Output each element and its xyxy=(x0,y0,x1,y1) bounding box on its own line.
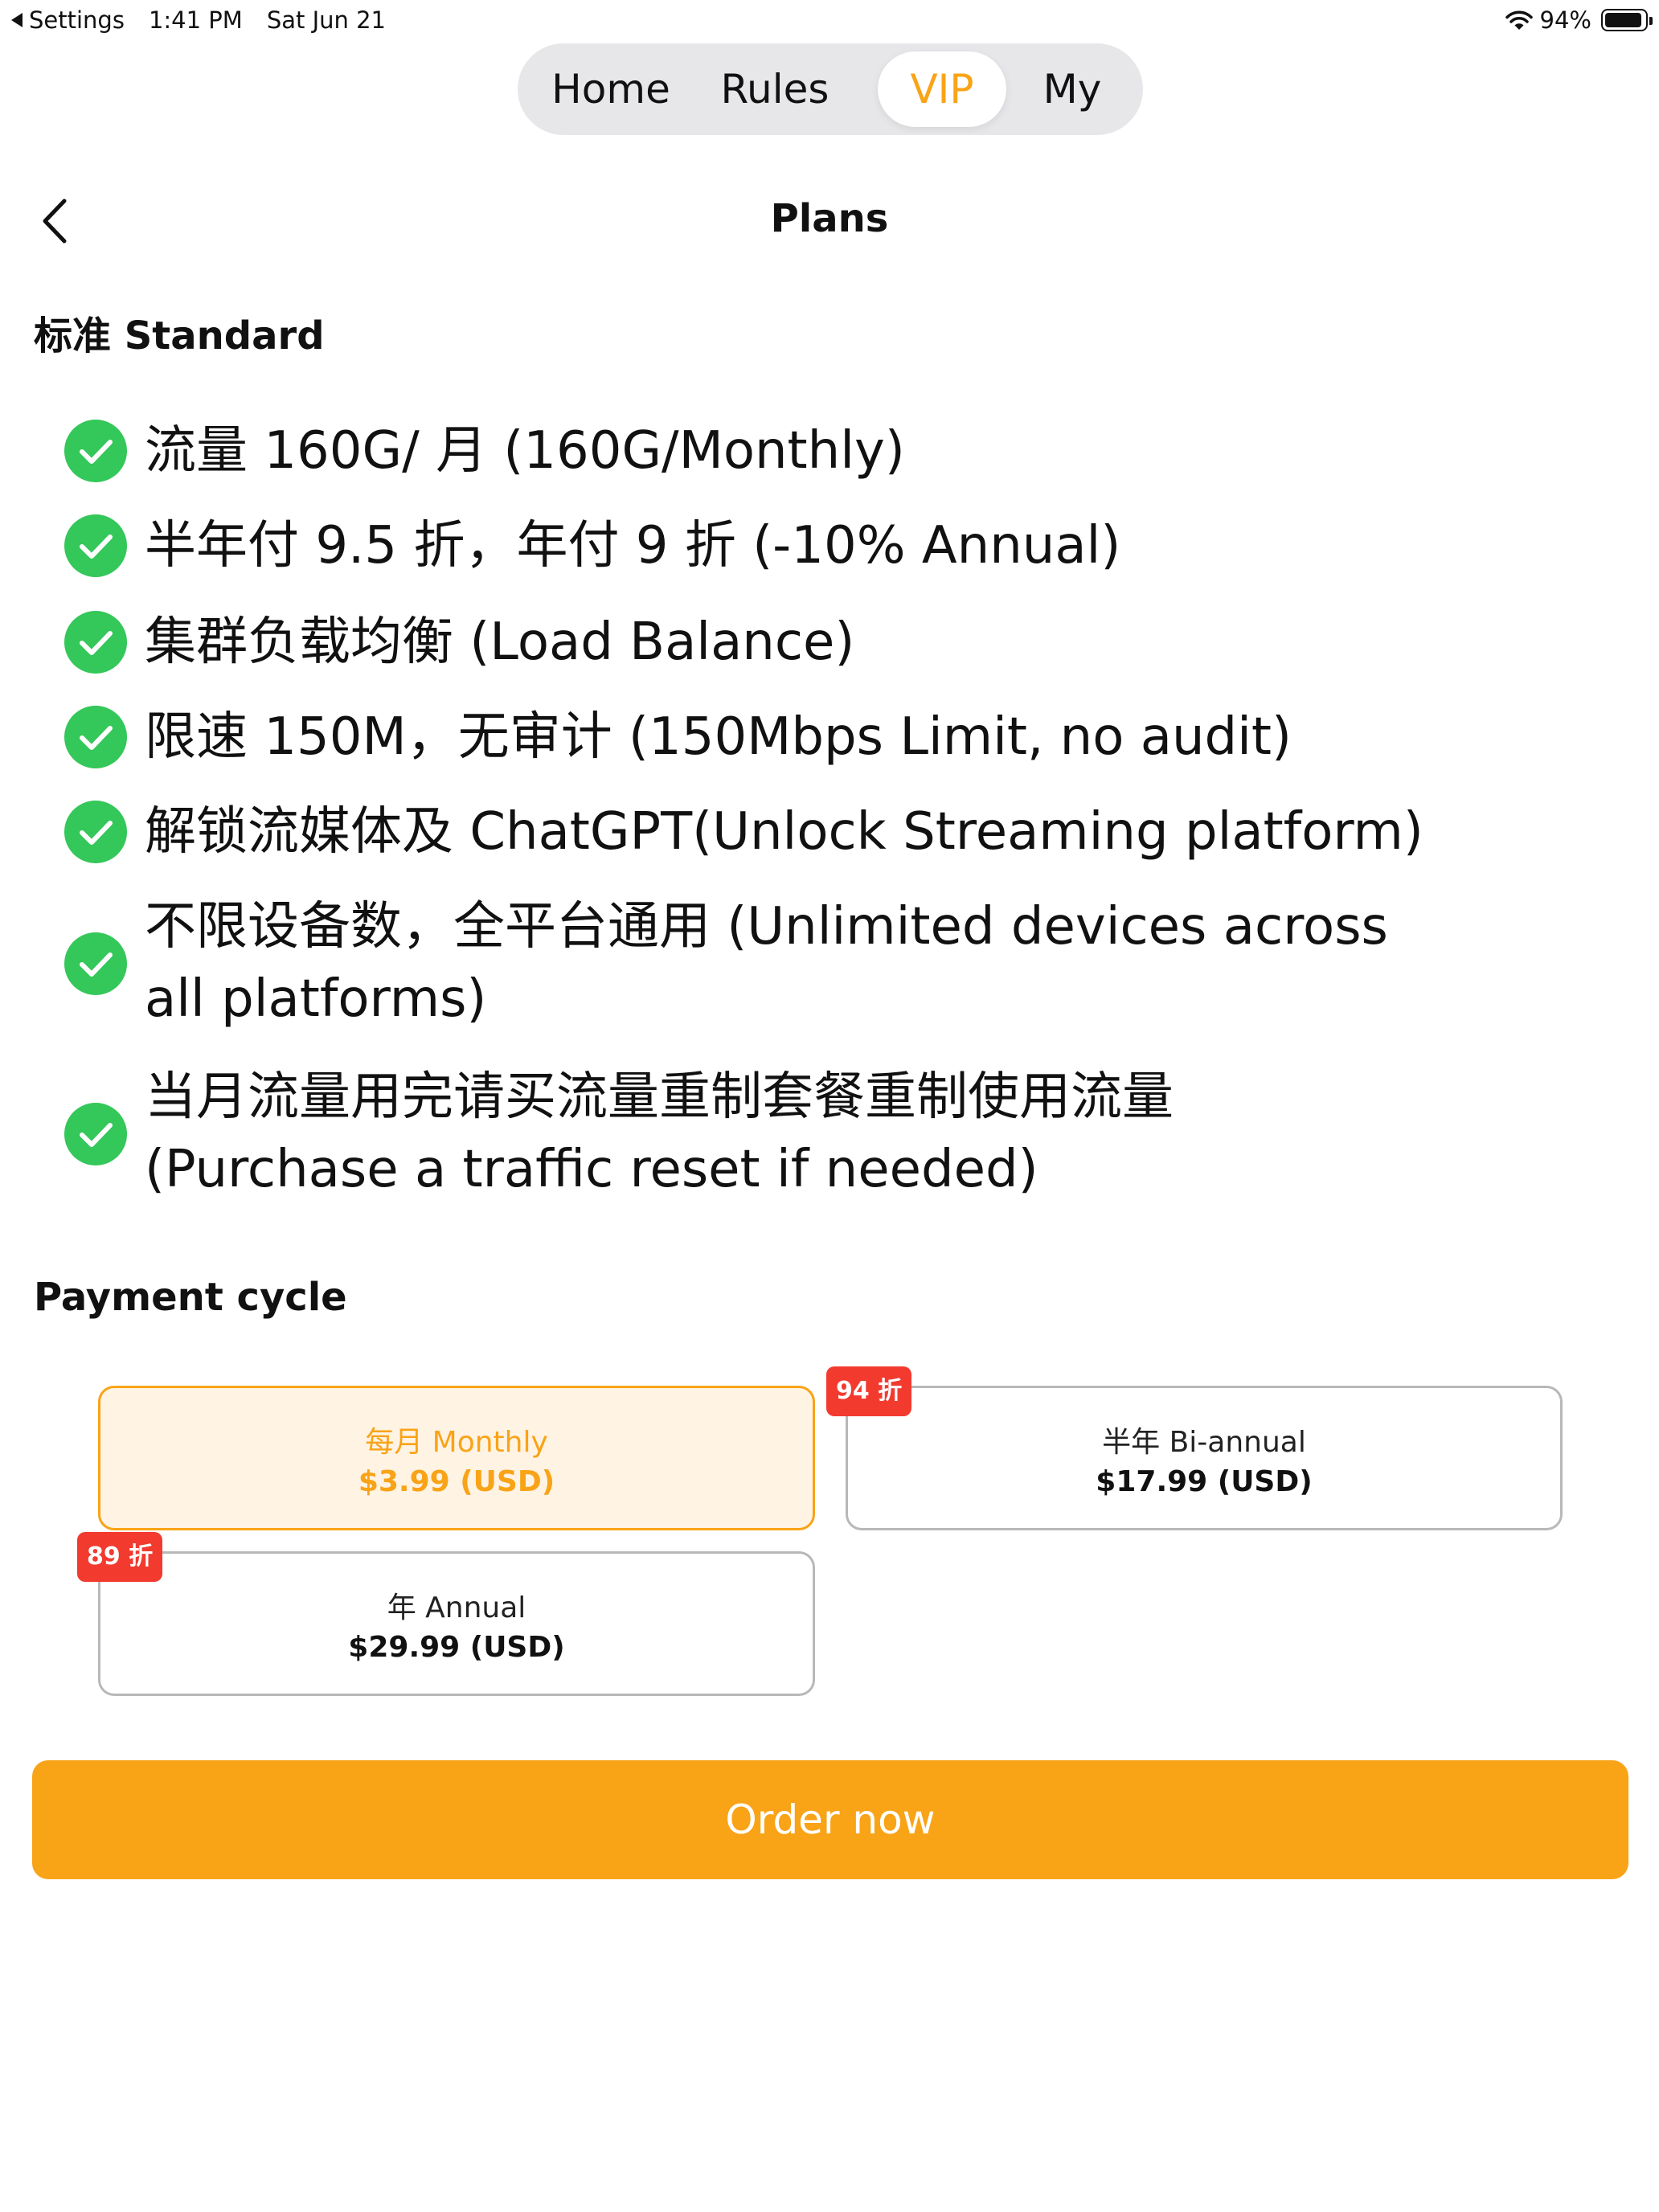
check-circle-icon xyxy=(64,611,127,674)
feature-text-line2: all platforms) xyxy=(145,969,487,1029)
tab-home[interactable]: Home xyxy=(537,51,685,127)
feature-text-line1: 当月流量用完请买流量重制套餐重制使用流量 xyxy=(145,1067,1174,1127)
check-circle-icon xyxy=(64,514,127,577)
option-price: $17.99 (USD) xyxy=(1096,1465,1313,1498)
plan-option-monthly[interactable]: 每月 Monthly $3.99 (USD) xyxy=(98,1386,815,1530)
feature-text: 流量 160G/ 月 (160G/Monthly) xyxy=(145,421,905,481)
check-circle-icon xyxy=(64,1103,127,1165)
order-now-button[interactable]: Order now xyxy=(32,1760,1628,1879)
page-title: Plans xyxy=(770,196,889,241)
plan-option-annual[interactable]: 年 Annual $29.99 (USD) xyxy=(98,1551,815,1696)
back-triangle-icon xyxy=(11,13,23,27)
tab-rules[interactable]: Rules xyxy=(701,51,849,127)
battery-icon xyxy=(1601,9,1653,31)
check-circle-icon xyxy=(64,801,127,863)
back-app-label: Settings xyxy=(29,6,125,34)
discount-badge: 89 折 xyxy=(77,1532,163,1582)
option-price: $29.99 (USD) xyxy=(348,1631,565,1664)
check-circle-icon xyxy=(64,932,127,995)
top-tab-bar: Home Rules VIP My xyxy=(518,43,1143,135)
check-circle-icon xyxy=(64,420,127,482)
battery-percent: 94% xyxy=(1539,6,1591,34)
option-label: 半年 Bi-annual xyxy=(1102,1426,1306,1459)
tab-my[interactable]: My xyxy=(1014,51,1130,127)
wifi-icon xyxy=(1505,10,1533,30)
tab-vip[interactable]: VIP xyxy=(878,51,1006,127)
feature-text: 解锁流媒体及 ChatGPT(Unlock Streaming platform… xyxy=(145,802,1423,862)
payment-cycle-title: Payment cycle xyxy=(34,1275,347,1320)
battery-fill xyxy=(1605,13,1642,27)
plan-name: 标准 Standard xyxy=(34,313,325,358)
option-label: 每月 Monthly xyxy=(365,1426,548,1459)
status-bar: Settings 1:41 PM Sat Jun 21 94% xyxy=(0,0,1659,42)
option-price: $3.99 (USD) xyxy=(358,1465,555,1498)
feature-text: 半年付 9.5 折，年付 9 折 (-10% Annual) xyxy=(145,516,1121,576)
check-circle-icon xyxy=(64,706,127,768)
plan-option-bi-annual[interactable]: 半年 Bi-annual $17.99 (USD) xyxy=(846,1386,1563,1530)
option-label: 年 Annual xyxy=(387,1591,526,1624)
status-date: Sat Jun 21 xyxy=(266,6,387,34)
discount-badge: 94 折 xyxy=(826,1366,912,1416)
status-time: 1:41 PM xyxy=(148,6,243,34)
feature-text-line1: 不限设备数，全平台通用 (Unlimited devices across xyxy=(145,897,1388,956)
plans-screen: Settings 1:41 PM Sat Jun 21 94% Home Rul… xyxy=(0,0,1659,2212)
feature-text: 限速 150M，无审计 (150Mbps Limit, no audit) xyxy=(145,707,1292,767)
status-right: 94% xyxy=(1505,6,1653,34)
feature-text-line2: (Purchase a traffic reset if needed) xyxy=(145,1140,1038,1199)
back-to-app[interactable]: Settings 1:41 PM Sat Jun 21 xyxy=(11,6,386,34)
feature-text: 集群负载均衡 (Load Balance) xyxy=(145,612,855,672)
